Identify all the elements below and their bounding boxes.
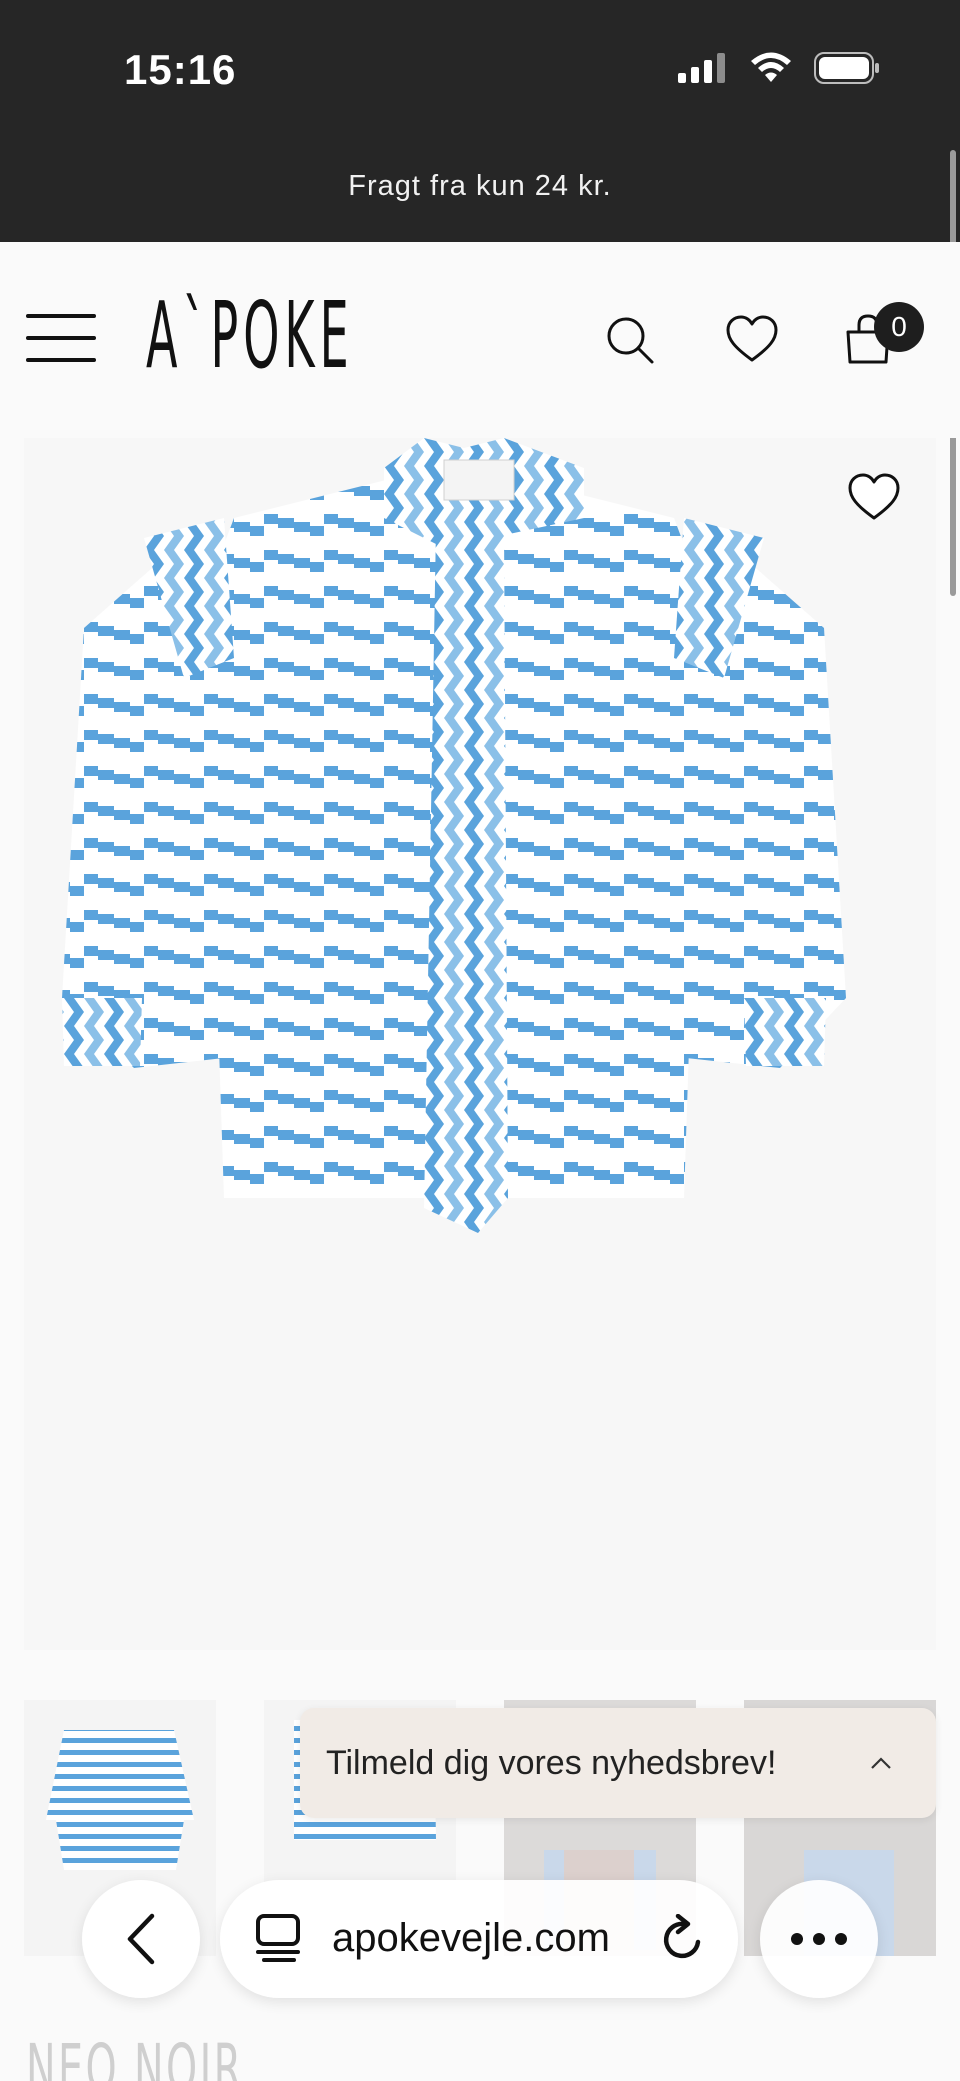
address-bar[interactable]: apokevejle.com [220,1880,738,1998]
product-page: 15:16 Fragt fra kun 24 kr. A`POKE 0 Tilm… [0,0,960,2081]
announcement-bar: Fragt fra kun 24 kr. [0,140,960,242]
reload-icon[interactable] [658,1914,706,1964]
status-time: 15:16 [124,46,237,93]
site-logo[interactable]: A`POKE [146,282,354,389]
site-header: A`POKE 0 [0,242,960,438]
blouse-illustration [62,438,846,1233]
menu-icon[interactable] [26,314,96,362]
status-icons [678,52,880,84]
wifi-icon [751,52,791,82]
back-button[interactable] [82,1880,200,1998]
battery-icon [814,52,879,84]
more-icon [791,1933,847,1945]
url-text: apokevejle.com [332,1916,610,1960]
status-bar: 15:16 [0,0,960,140]
more-options-button[interactable] [760,1880,878,1998]
newsletter-signup-toggle[interactable]: Tilmeld dig vores nyhedsbrev! [300,1708,936,1818]
product-image[interactable] [24,438,936,1650]
browser-toolbar: apokevejle.com [0,1880,960,2000]
back-chevron-icon [127,1913,155,1965]
add-to-wishlist-heart-icon[interactable] [846,470,902,522]
brand-name: NEO NOIR [26,2030,244,2081]
cellular-signal-icon [678,53,725,83]
search-icon[interactable] [602,312,658,368]
announcement-text: Fragt fra kun 24 kr. [348,170,612,202]
cart-count-badge: 0 [874,302,924,352]
newsletter-label: Tilmeld dig vores nyhedsbrev! [326,1743,777,1782]
tabs-icon [256,1914,300,1962]
chevron-up-icon [871,1757,891,1769]
heart-icon[interactable] [724,312,780,368]
